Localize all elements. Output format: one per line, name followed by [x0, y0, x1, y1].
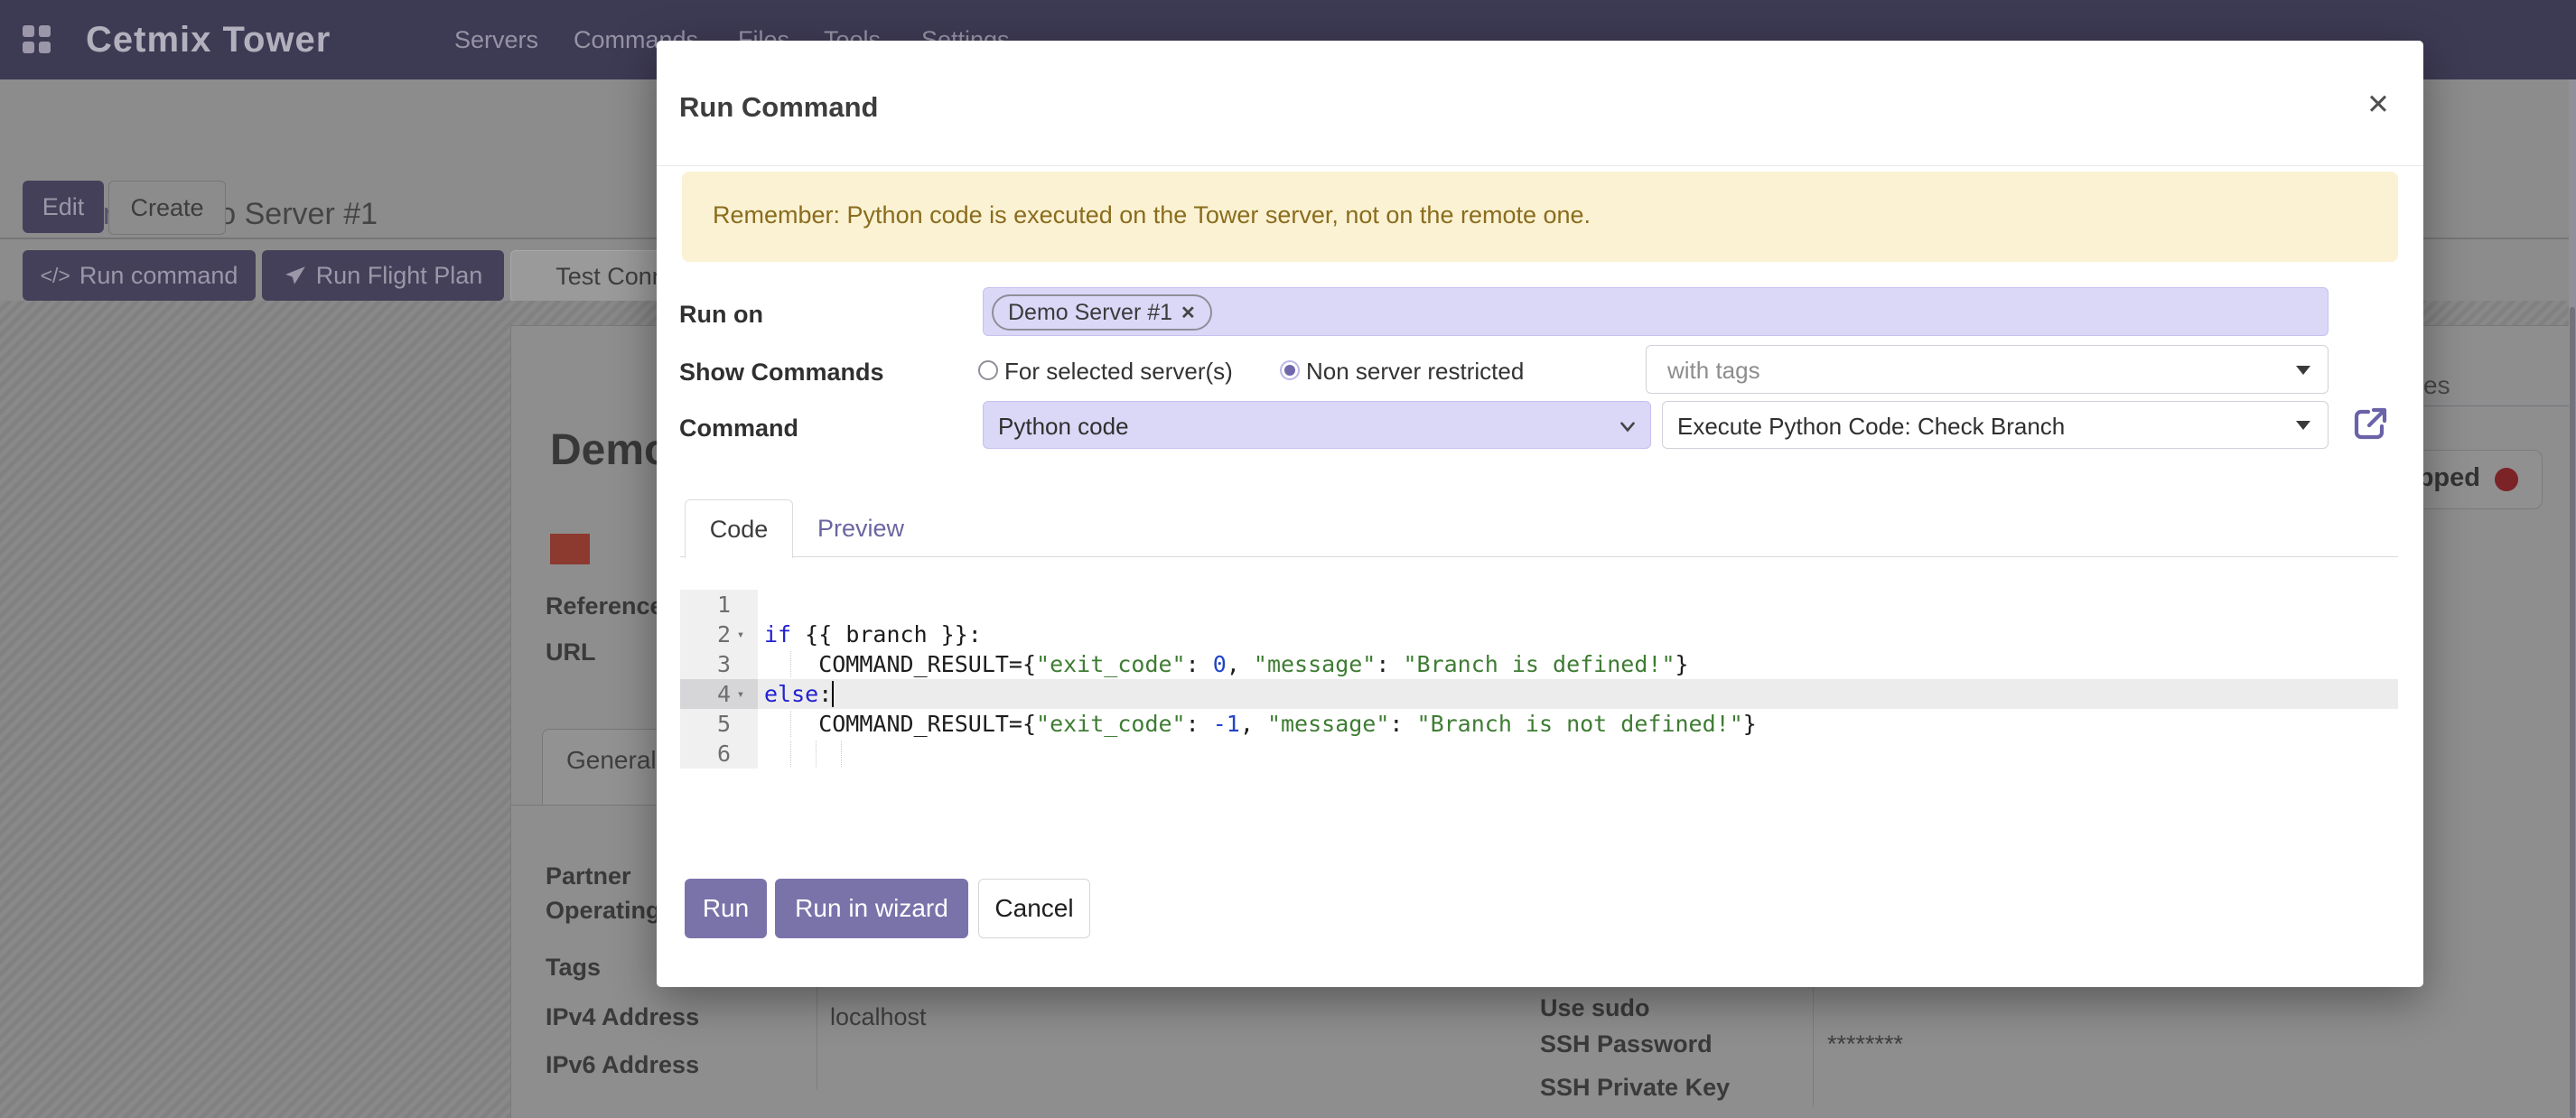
detail-value-ipv4: localhost: [830, 1003, 927, 1031]
editor-code[interactable]: if {{ branch }}: COMMAND_RESULT={"exit_c…: [758, 590, 2398, 769]
detail-label-ssh-password: SSH Password: [1540, 1030, 1713, 1058]
radio-non-server-restricted[interactable]: [1280, 360, 1300, 380]
brand-title: Cetmix Tower: [86, 0, 331, 79]
tab-preview[interactable]: Preview: [817, 499, 904, 557]
notebook-divider: [511, 805, 658, 806]
code-icon: </>: [41, 264, 70, 288]
fold-caret-icon[interactable]: ▾: [731, 628, 751, 642]
detail-label-ipv6: IPv6 Address: [546, 1051, 699, 1079]
panel-text-fragment: es: [2423, 371, 2450, 400]
detail-label-ssh-key: SSH Private Key: [1540, 1074, 1730, 1102]
status-dot-icon: [2495, 468, 2518, 491]
code-editor[interactable]: 12▾34▾56 if {{ branch }}: COMMAND_RESULT…: [680, 587, 2398, 773]
with-tags-select[interactable]: with tags: [1646, 345, 2329, 394]
code-line[interactable]: [758, 590, 2398, 620]
run-command-modal: Run Command ✕ Remember: Python code is e…: [657, 41, 2423, 987]
detail-label-use-sudo: Use sudo: [1540, 994, 1650, 1022]
create-button[interactable]: Create: [108, 181, 226, 235]
indent-guide: [790, 711, 791, 737]
detail-value-ssh-password: ********: [1827, 1030, 1903, 1058]
editor-line-number: 3: [680, 649, 758, 679]
command-reference-value: Execute Python Code: Check Branch: [1677, 413, 2065, 441]
python-warning-alert: Remember: Python code is executed on the…: [682, 172, 2398, 262]
detail-label-tags: Tags: [546, 954, 601, 982]
modal-title: Run Command: [679, 91, 878, 124]
run-button[interactable]: Run: [685, 879, 767, 938]
indent-guide: [841, 741, 842, 767]
tabs-bottom-border: [680, 556, 2398, 557]
cancel-button[interactable]: Cancel: [978, 879, 1090, 938]
radio-label-non-server-restricted[interactable]: Non server restricted: [1306, 358, 1524, 386]
command-type-value: Python code: [998, 413, 1129, 441]
modal-header-divider: [657, 165, 2423, 166]
radio-label-for-selected-servers[interactable]: For selected server(s): [1004, 358, 1233, 386]
detail-label-partner: Partner: [546, 862, 631, 890]
nav-item-servers[interactable]: Servers: [454, 0, 538, 79]
paper-plane-icon: [284, 264, 307, 287]
screen: Cetmix Tower Servers Commands Files Tool…: [0, 0, 2576, 1118]
indent-guide: [790, 741, 791, 767]
tag-remove-icon[interactable]: ✕: [1181, 302, 1196, 324]
code-line[interactable]: if {{ branch }}:: [758, 620, 2398, 649]
edit-button[interactable]: Edit: [23, 181, 104, 233]
close-icon[interactable]: ✕: [2366, 90, 2390, 118]
indent-guide: [790, 651, 791, 677]
editor-line-number: 5: [680, 709, 758, 739]
editor-gutter: 12▾34▾56: [680, 590, 758, 769]
code-line[interactable]: COMMAND_RESULT={"exit_code": -1, "messag…: [758, 709, 2398, 739]
radio-for-selected-servers[interactable]: [978, 360, 998, 380]
editor-line-number: 1: [680, 590, 758, 620]
code-line[interactable]: COMMAND_RESULT={"exit_code": 0, "message…: [758, 649, 2398, 679]
command-reference-select[interactable]: Execute Python Code: Check Branch: [1662, 401, 2329, 449]
external-link-icon[interactable]: [2348, 403, 2392, 446]
dropdown-caret-icon: [2296, 421, 2310, 430]
editor-line-number: 4▾: [680, 679, 758, 709]
reference-label: Reference: [546, 592, 664, 620]
run-on-label: Run on: [679, 301, 763, 329]
command-label: Command: [679, 415, 798, 443]
editor-line-number: 6: [680, 739, 758, 769]
code-line[interactable]: [758, 739, 2398, 769]
run-flight-plan-button[interactable]: Run Flight Plan: [262, 250, 504, 301]
page-scrollbar-thumb[interactable]: [2570, 307, 2575, 1118]
chevron-down-icon: [1616, 415, 1639, 438]
color-ribbon: [550, 534, 590, 564]
fold-caret-icon[interactable]: ▾: [731, 687, 751, 702]
code-line[interactable]: else:: [758, 679, 2398, 709]
server-tag[interactable]: Demo Server #1✕: [992, 294, 1212, 331]
apps-grid-icon[interactable]: [23, 25, 51, 54]
with-tags-placeholder: with tags: [1667, 357, 1760, 385]
text-cursor: [832, 681, 834, 707]
command-type-select[interactable]: Python code: [983, 401, 1651, 449]
run-on-select[interactable]: Demo Server #1✕: [983, 287, 2329, 336]
run-in-wizard-button[interactable]: Run in wizard: [775, 879, 968, 938]
show-commands-label: Show Commands: [679, 359, 884, 387]
indent-guide: [816, 741, 817, 767]
tab-code[interactable]: Code: [685, 499, 793, 558]
editor-line-number: 2▾: [680, 620, 758, 649]
detail-label-ipv4: IPv4 Address: [546, 1003, 699, 1031]
run-command-button[interactable]: </> Run command: [23, 250, 256, 301]
dropdown-caret-icon: [2296, 366, 2310, 375]
url-label: URL: [546, 638, 596, 666]
